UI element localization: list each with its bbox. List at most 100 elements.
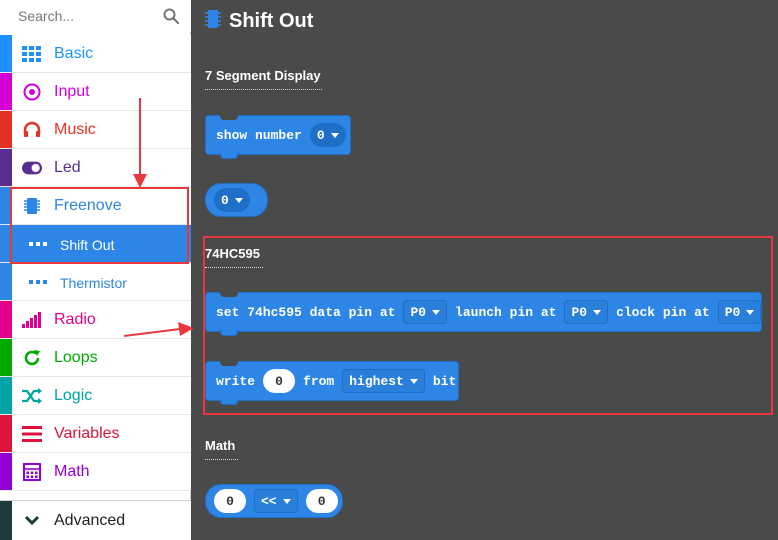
category-color-bar (0, 301, 12, 338)
category-label: Radio (54, 311, 96, 328)
dropdown-value: P0 (724, 304, 741, 320)
number-dropdown[interactable]: 0 (214, 188, 250, 212)
bit-order-dropdown[interactable]: highest (342, 369, 425, 393)
block-text: launch pin at (455, 304, 557, 320)
shuffle-icon (22, 387, 42, 405)
toolbox-sidebar: Basic Input Music Led Freenove (0, 0, 191, 540)
category-color-bar (0, 73, 12, 110)
category-label: Basic (54, 45, 94, 62)
category-radio[interactable]: Radio (0, 301, 191, 339)
value-input[interactable]: 0 (263, 369, 296, 393)
category-freenove[interactable]: Freenove (0, 187, 191, 225)
block-notch (220, 361, 238, 366)
number-reporter-block[interactable]: 0 (205, 183, 268, 217)
signal-icon (22, 311, 42, 329)
left-operand-input[interactable]: 0 (214, 489, 246, 513)
category-label: Input (54, 83, 90, 100)
dropdown-arrow-icon (234, 197, 243, 203)
block-text: bit (432, 373, 457, 389)
block-tab (220, 399, 238, 405)
dots-icon (28, 273, 48, 291)
write-block[interactable]: write 0 from highest bit (205, 361, 459, 405)
block-notch (220, 115, 238, 120)
block-tab (220, 153, 238, 159)
dropdown-value: 0 (316, 127, 325, 143)
target-icon (22, 83, 42, 101)
show-number-block[interactable]: show number 0 (205, 115, 351, 159)
number-dropdown[interactable]: 0 (309, 123, 346, 147)
category-label: Thermistor (60, 275, 127, 291)
data-pin-dropdown[interactable]: P0 (403, 300, 448, 324)
category-label: Advanced (54, 512, 126, 529)
block-text: from (303, 373, 335, 389)
category-basic[interactable]: Basic (0, 35, 191, 73)
category-led[interactable]: Led (0, 149, 191, 187)
chip-icon (205, 9, 221, 34)
dropdown-value: 0 (221, 192, 229, 208)
launch-pin-dropdown[interactable]: P0 (564, 300, 609, 324)
category-label: Logic (54, 387, 93, 404)
calculator-icon (22, 463, 42, 481)
dropdown-arrow-icon (746, 309, 755, 315)
block-text: show number (216, 127, 302, 143)
category-label: Music (54, 121, 96, 138)
section-label: 7 Segment Display (205, 68, 321, 83)
section-math: Math (205, 438, 238, 460)
section-label: Math (205, 438, 236, 453)
category-color-bar (0, 377, 12, 414)
category-advanced[interactable]: Advanced (0, 500, 191, 540)
dropdown-value: highest (349, 373, 404, 389)
clock-pin-dropdown[interactable]: P0 (717, 300, 762, 324)
category-shift-out[interactable]: Shift Out (0, 225, 191, 263)
flyout-title: Shift Out (205, 8, 313, 34)
category-color-bar (0, 149, 12, 186)
category-color-bar (0, 263, 12, 300)
category-variables[interactable]: Variables (0, 415, 191, 453)
category-logic[interactable]: Logic (0, 377, 191, 415)
dropdown-arrow-icon (432, 309, 441, 315)
category-color-bar (0, 339, 12, 376)
section-seven-segment: 7 Segment Display (205, 68, 322, 90)
headphones-icon (22, 121, 42, 139)
right-operand-input[interactable]: 0 (305, 489, 338, 513)
shift-operator-dropdown[interactable]: << (254, 489, 298, 513)
block-text: set 74hc595 data pin at (216, 304, 396, 320)
dots-icon (28, 235, 48, 253)
category-label: Math (54, 463, 90, 480)
category-loops[interactable]: Loops (0, 339, 191, 377)
dropdown-arrow-icon (593, 309, 602, 315)
category-color-bar (0, 111, 12, 148)
dropdown-arrow-icon (330, 132, 339, 138)
category-label: Loops (54, 349, 98, 366)
grid-icon (22, 45, 42, 63)
category-label: Shift Out (60, 237, 115, 253)
refresh-icon (22, 349, 42, 367)
search-icon[interactable] (163, 8, 179, 24)
category-color-bar (0, 415, 12, 452)
flyout-title-label: Shift Out (229, 9, 314, 32)
category-label: Variables (54, 425, 120, 442)
dropdown-value: P0 (410, 304, 427, 320)
search-box (0, 0, 191, 32)
category-label: Led (54, 159, 81, 176)
category-color-bar (0, 501, 12, 540)
category-color-bar (0, 35, 12, 72)
set-74hc595-pins-block[interactable]: set 74hc595 data pin at P0 launch pin at… (205, 292, 762, 336)
bitshift-reporter-block[interactable]: 0 << 0 (205, 484, 343, 518)
toggle-icon (22, 159, 42, 177)
category-color-bar (0, 187, 12, 224)
block-text: write (216, 373, 256, 389)
block-text: clock pin at (616, 304, 710, 320)
category-label: Freenove (54, 197, 122, 214)
category-thermistor[interactable]: Thermistor (0, 263, 191, 301)
category-music[interactable]: Music (0, 111, 191, 149)
dropdown-arrow-icon (409, 378, 418, 384)
category-math[interactable]: Math (0, 453, 191, 491)
category-color-bar (0, 453, 12, 490)
category-input[interactable]: Input (0, 73, 191, 111)
dropdown-value: P0 (571, 304, 588, 320)
section-74hc595: 74HC595 (205, 246, 263, 268)
lines-icon (22, 425, 42, 443)
chip-icon (22, 197, 42, 215)
block-tab (220, 330, 238, 336)
